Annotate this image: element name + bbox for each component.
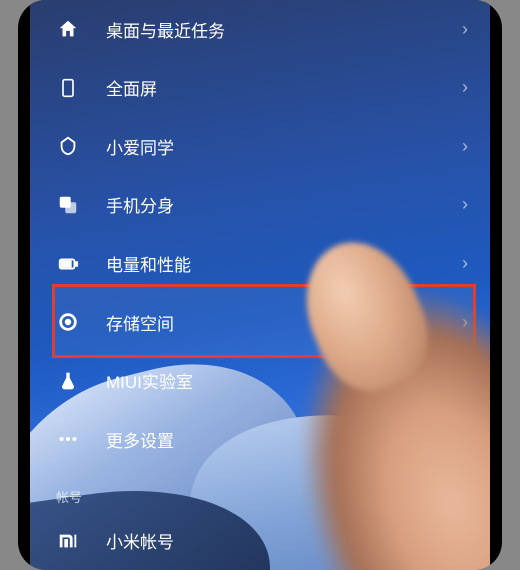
settings-item-label: 桌面与最近任务 — [106, 17, 462, 42]
settings-item-miui-lab[interactable]: MIUI实验室 › — [30, 351, 490, 410]
settings-item-fullscreen[interactable]: 全面屏 › — [30, 59, 490, 118]
lab-icon — [56, 369, 80, 393]
settings-item-battery[interactable]: 电量和性能 › — [30, 234, 490, 293]
chevron-right-icon: › — [462, 194, 468, 215]
settings-item-more[interactable]: 更多设置 › — [30, 410, 490, 469]
settings-item-label: 小米帐号 — [106, 528, 394, 553]
chevron-right-icon: › — [462, 253, 468, 274]
mi-logo-icon — [56, 529, 80, 553]
settings-item-dual-apps[interactable]: 手机分身 › — [30, 176, 490, 235]
screen: 桌面与最近任务 › 全面屏 › 小爱同学 › — [30, 0, 490, 570]
phone-frame: 桌面与最近任务 › 全面屏 › 小爱同学 › — [18, 0, 502, 570]
account-id-value: 2678454 — [394, 532, 452, 549]
settings-item-label: 更多设置 — [106, 427, 462, 452]
dual-apps-icon — [56, 193, 80, 217]
chevron-right-icon: › — [462, 136, 468, 157]
chevron-right-icon: › — [462, 77, 468, 98]
settings-list: 桌面与最近任务 › 全面屏 › 小爱同学 › — [30, 0, 490, 570]
settings-item-label: 电量和性能 — [106, 251, 462, 276]
settings-item-mi-account[interactable]: 小米帐号 2678454 › — [30, 512, 490, 570]
settings-item-label: 手机分身 — [106, 192, 462, 217]
chevron-right-icon: › — [462, 370, 468, 391]
xiaoai-icon — [56, 134, 80, 158]
chevron-right-icon: › — [462, 19, 468, 40]
settings-item-xiaoai[interactable]: 小爱同学 › — [30, 117, 490, 176]
settings-item-label: MIUI实验室 — [106, 368, 462, 393]
more-icon — [56, 427, 80, 451]
chevron-right-icon: › — [462, 530, 468, 551]
storage-icon — [56, 310, 80, 334]
settings-item-label: 小爱同学 — [106, 134, 462, 159]
home-icon — [56, 17, 80, 41]
chevron-right-icon: › — [462, 429, 468, 450]
settings-item-storage[interactable]: 存储空间 › — [30, 293, 490, 352]
fullscreen-icon — [56, 76, 80, 100]
settings-item-desktop-recent[interactable]: 桌面与最近任务 › — [30, 0, 490, 59]
section-header-account: 帐号 — [30, 469, 490, 512]
settings-item-label: 存储空间 — [106, 310, 462, 335]
battery-icon — [56, 252, 80, 276]
settings-item-label: 全面屏 — [106, 75, 462, 100]
chevron-right-icon: › — [462, 312, 468, 333]
